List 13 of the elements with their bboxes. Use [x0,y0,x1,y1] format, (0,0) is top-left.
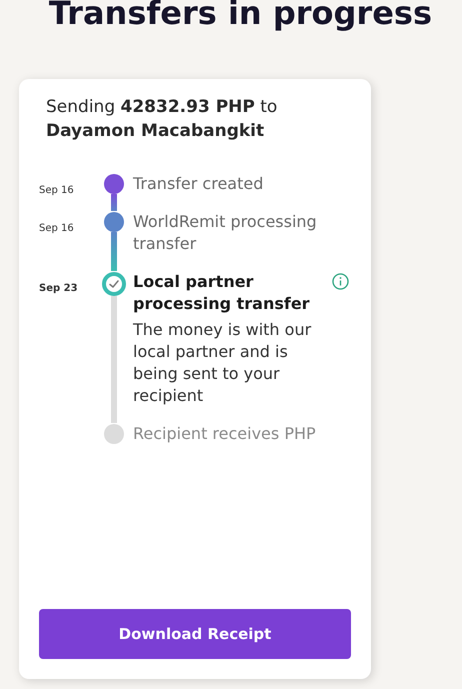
step-description: The money is with our local partner and is being sent to your recipient [133,319,312,407]
recipient-name: Dayamon Macabangkit [46,120,266,143]
step-title: Local partner processing transfer [133,271,311,315]
step-date: Sep 23 [39,283,78,294]
page-title: Transfers in progress [48,0,432,34]
step-title: Recipient receives PHP [133,423,317,445]
step-title: Transfer created [133,173,264,195]
info-icon[interactable] [332,273,349,290]
sending-summary: Sending 42832.93 PHP to [46,96,278,119]
download-receipt-button[interactable]: Download Receipt [39,609,351,659]
step-title: WorldRemit processing transfer [133,211,318,255]
step-date: Sep 16 [39,223,74,234]
step-date: Sep 16 [39,185,74,196]
